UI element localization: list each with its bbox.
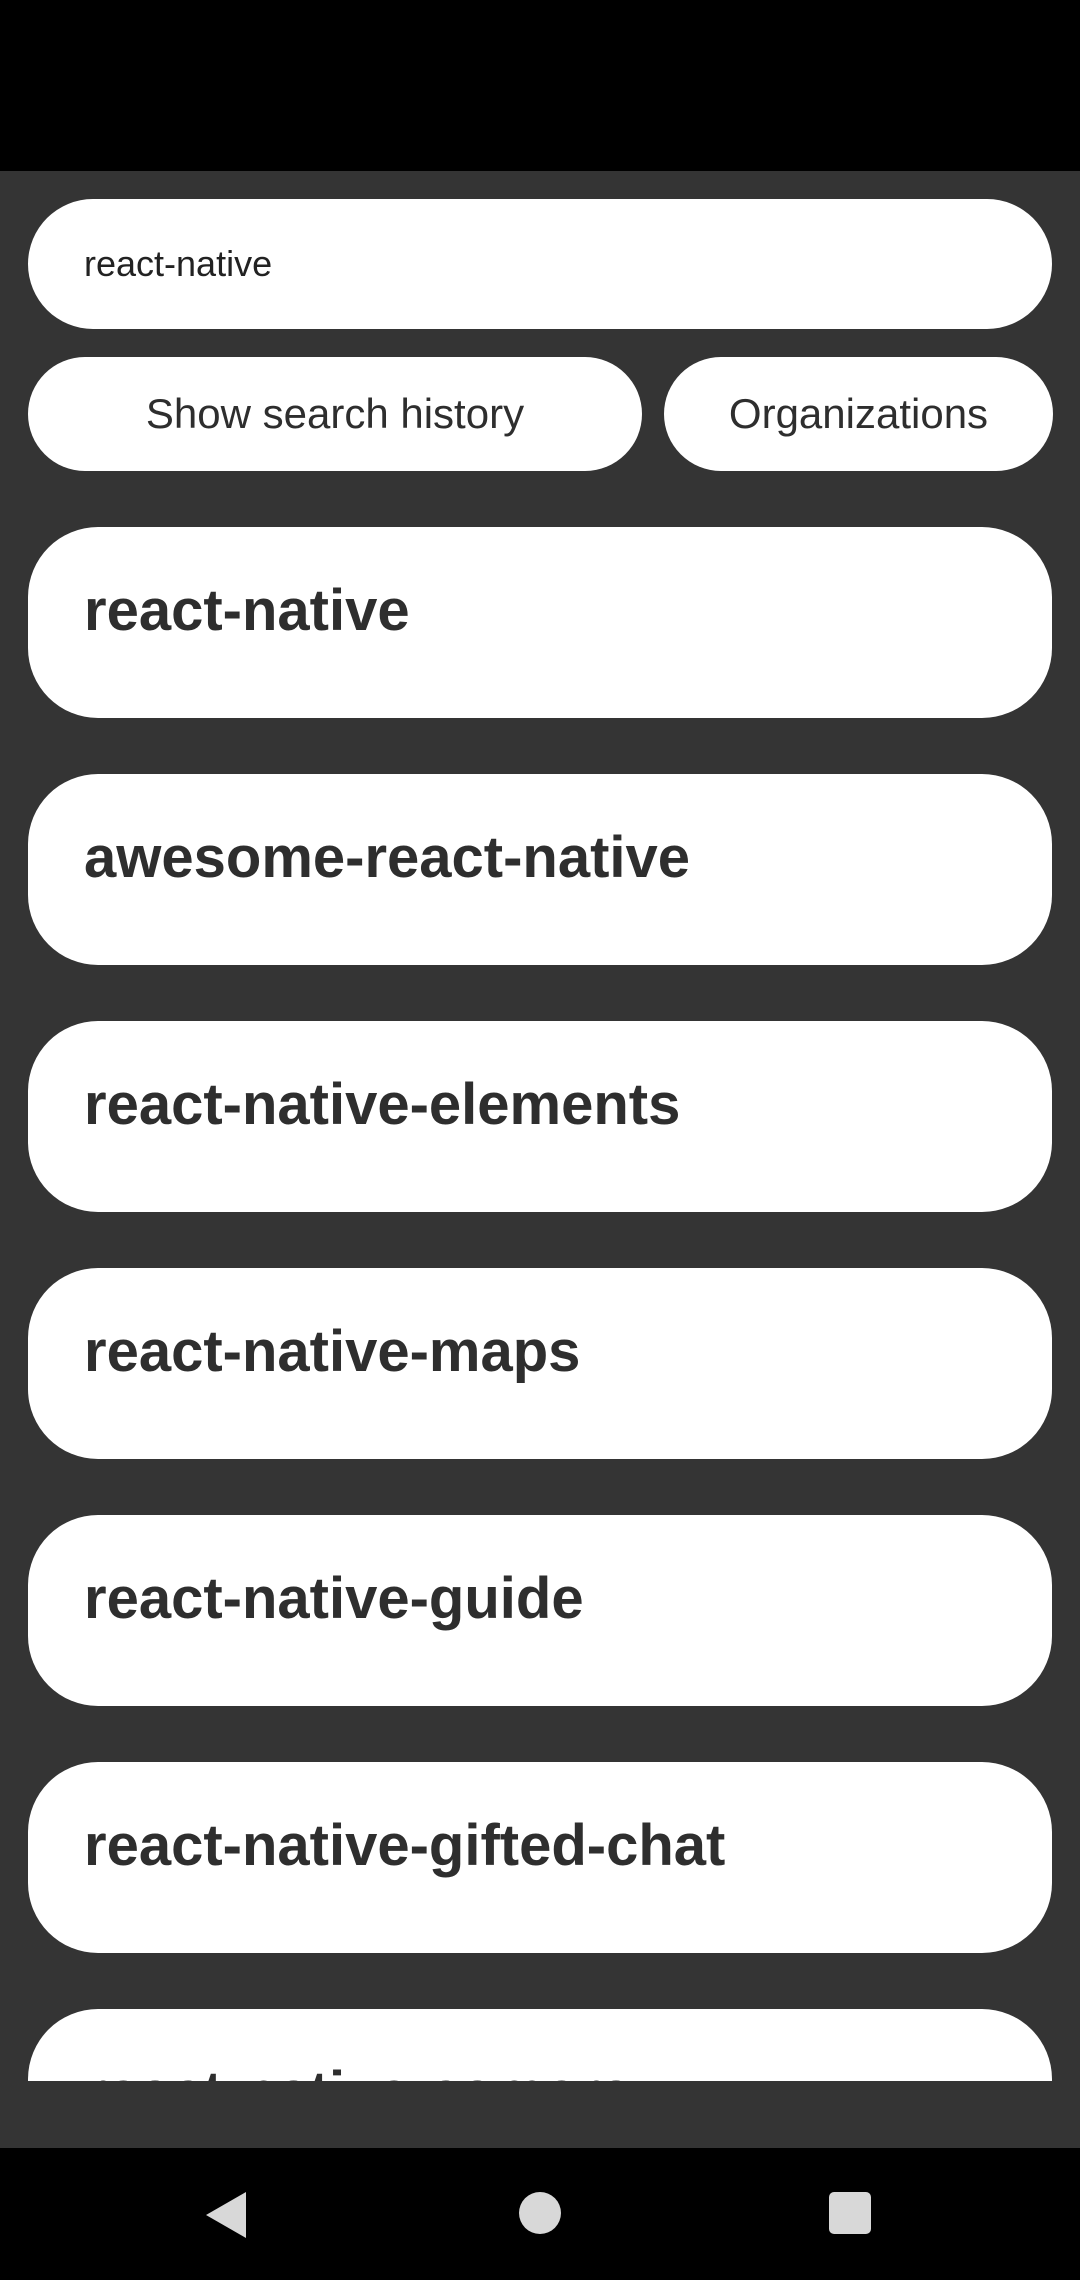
result-card[interactable]: react-native-guide [28, 1515, 1052, 1706]
organizations-label: Organizations [728, 390, 989, 437]
status-bar [0, 0, 1080, 171]
result-name: react-native-guide [84, 1566, 584, 1631]
show-search-history-label: Show search history [145, 390, 525, 437]
results-list[interactable]: react-native awesome-react-native react-… [0, 527, 1080, 2081]
search-input[interactable] [28, 199, 1052, 329]
result-card[interactable]: react-native-maps [28, 1268, 1052, 1459]
organizations-button[interactable]: Organizations [664, 357, 1053, 471]
home-icon[interactable] [519, 2192, 561, 2234]
result-card[interactable]: react-native [28, 527, 1052, 718]
recents-icon[interactable] [829, 2192, 871, 2234]
result-name: react-native-maps [84, 1319, 581, 1384]
back-icon[interactable] [206, 2192, 246, 2238]
result-name: react-native-elements [84, 1072, 681, 1137]
result-card[interactable]: react-native-gifted-chat [28, 1762, 1052, 1953]
result-name: awesome-react-native [84, 825, 691, 890]
result-name: react-native [84, 578, 410, 643]
app-content: Show search history Organizations react-… [0, 171, 1080, 2148]
result-card[interactable]: react-native-camera [28, 2009, 1052, 2081]
result-card[interactable]: awesome-react-native [28, 774, 1052, 965]
result-name: react-native-camera [84, 2059, 632, 2081]
result-card[interactable]: react-native-elements [28, 1021, 1052, 1212]
result-name: react-native-gifted-chat [84, 1813, 726, 1878]
navigation-bar [0, 2148, 1080, 2280]
show-search-history-button[interactable]: Show search history [28, 357, 642, 471]
